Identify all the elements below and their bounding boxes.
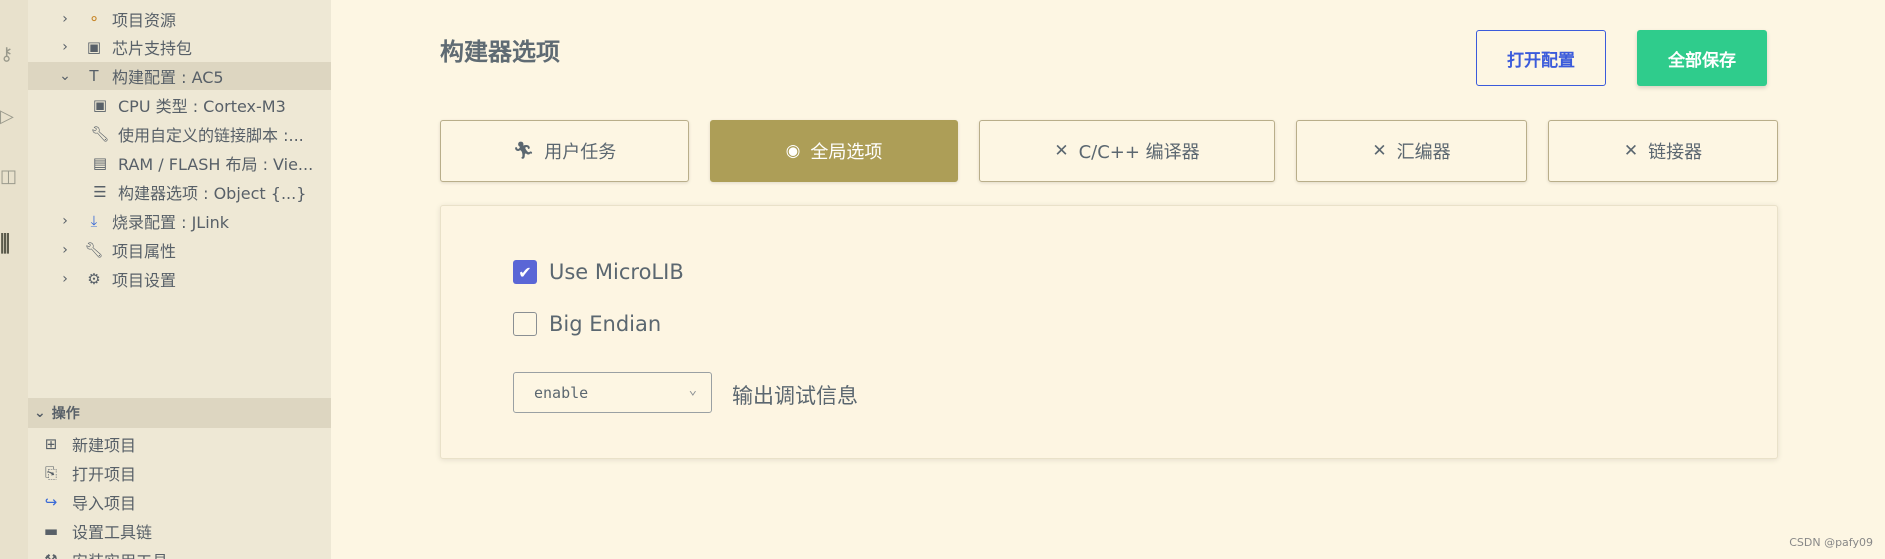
tree-item-linker-script[interactable]: 🔧︎ 使用自定义的链接脚本 :... bbox=[28, 120, 331, 148]
operation-label: 安装实用工具 bbox=[72, 548, 168, 559]
chevron-down-icon: ⌄ bbox=[34, 405, 46, 421]
tree-item-flash-config[interactable]: › ⤓ 烧录配置 : JLink bbox=[28, 207, 331, 235]
play-icon[interactable]: ▷ bbox=[0, 106, 28, 127]
chevron-right-icon[interactable]: › bbox=[58, 242, 72, 258]
globe-icon: ◉ bbox=[785, 141, 801, 161]
tab-c-cpp-compiler[interactable]: ✕ C/C++ 编译器 bbox=[979, 120, 1275, 182]
memory-icon: ▤ bbox=[92, 154, 108, 172]
tree-item-label: 构建器选项 : Object {...} bbox=[118, 184, 307, 203]
tab-label: 汇编器 bbox=[1396, 142, 1451, 163]
chip-icon[interactable]: ⫼ bbox=[0, 232, 28, 257]
chip-icon: ▣ bbox=[86, 38, 102, 56]
chevron-right-icon[interactable]: › bbox=[58, 213, 72, 229]
tree-item-memory-layout[interactable]: ▤ RAM / FLASH 布局 : Vie... bbox=[28, 149, 331, 177]
tab-linker[interactable]: ✕ 链接器 bbox=[1548, 120, 1778, 182]
tree-item-label: 烧录配置 : JLink bbox=[112, 213, 230, 232]
install-icon: ⚒ bbox=[40, 551, 62, 559]
tab-user-tasks[interactable]: 🏃︎ 用户任务 bbox=[440, 120, 689, 182]
big-endian-option[interactable]: Big Endian bbox=[513, 312, 661, 336]
wrench-icon: 🔧︎ bbox=[90, 125, 110, 143]
tab-label: 用户任务 bbox=[544, 142, 617, 163]
use-microlib-checkbox[interactable]: ✔ bbox=[513, 260, 537, 284]
open-project-icon: ⎘ bbox=[44, 464, 57, 482]
tab-global-options[interactable]: ◉ 全局选项 bbox=[710, 120, 958, 182]
tab-assembler[interactable]: ✕ 汇编器 bbox=[1296, 120, 1527, 182]
key-icon[interactable]: ⚷ bbox=[0, 44, 28, 65]
tree-item-label: 项目属性 bbox=[112, 242, 177, 261]
use-microlib-label: Use MicroLIB bbox=[549, 260, 684, 284]
tree-item-project-properties[interactable]: › 🔧︎ 项目属性 bbox=[28, 236, 331, 264]
use-microlib-option[interactable]: ✔ Use MicroLIB bbox=[513, 260, 684, 284]
tree-item-label: RAM / FLASH 布局 : Vie... bbox=[118, 155, 314, 174]
tools-icon: ✕ bbox=[1372, 141, 1387, 161]
options-icon: ☰ bbox=[93, 183, 107, 201]
operation-import-project[interactable]: ↪ 导入项目 bbox=[28, 488, 331, 516]
new-project-icon: ⊞ bbox=[44, 435, 58, 453]
tab-label: 全局选项 bbox=[810, 142, 883, 163]
gear-icon: ⚙ bbox=[87, 270, 101, 288]
hammer-icon: T bbox=[89, 67, 99, 85]
resource-icon: ⚬ bbox=[87, 10, 101, 28]
toolbox-icon: ▬ bbox=[43, 522, 59, 540]
open-config-button[interactable]: 打开配置 bbox=[1476, 30, 1606, 86]
page-title: 构建器选项 bbox=[440, 38, 560, 66]
sidebar: › ⚬ 项目资源 › ▣ 芯片支持包 ⌄ T 构建配置 : AC5 ⇆ ▣ CP… bbox=[28, 0, 331, 559]
tree-item-build-config[interactable]: ⌄ T 构建配置 : AC5 ⇆ bbox=[28, 62, 331, 90]
tools-icon: ✕ bbox=[1623, 141, 1639, 161]
tree-item-label: 构建配置 : AC5 bbox=[112, 68, 224, 87]
wrench-icon: 🔧︎ bbox=[84, 241, 104, 259]
operation-open-project[interactable]: ⎘ 打开项目 bbox=[28, 459, 331, 487]
extensions-icon[interactable]: ◫ bbox=[0, 166, 28, 187]
tree-item-label: CPU 类型 : Cortex-M3 bbox=[118, 97, 286, 116]
debug-info-label: 输出调试信息 bbox=[732, 384, 858, 408]
watermark: CSDN @pafy09 bbox=[1789, 536, 1873, 549]
operations-section-header[interactable]: ⌄ 操作 bbox=[28, 398, 331, 428]
tools-icon: ✕ bbox=[1054, 141, 1069, 161]
chevron-down-icon[interactable]: ⌄ bbox=[58, 68, 72, 84]
tab-label: C/C++ 编译器 bbox=[1078, 142, 1200, 163]
run-icon: 🏃︎ bbox=[512, 141, 535, 161]
operation-label: 新建项目 bbox=[72, 436, 137, 455]
tree-item-label: 项目资源 bbox=[112, 11, 177, 30]
debug-info-select[interactable]: enable ⌄ bbox=[513, 372, 712, 413]
activity-bar: ⚷ ▷ ◫ ⫼ bbox=[0, 0, 29, 559]
operations-title: 操作 bbox=[51, 406, 80, 422]
operation-setup-toolchain[interactable]: ▬ 设置工具链 bbox=[28, 517, 331, 545]
tree-item-label: 使用自定义的链接脚本 :... bbox=[118, 126, 304, 145]
tree-item-cpu-type[interactable]: ▣ CPU 类型 : Cortex-M3 bbox=[28, 91, 331, 119]
big-endian-label: Big Endian bbox=[549, 312, 662, 336]
operation-new-project[interactable]: ⊞ 新建项目 bbox=[28, 430, 331, 458]
tree-item-project-settings[interactable]: › ⚙ 项目设置 bbox=[28, 265, 331, 293]
tree-item-chip-package[interactable]: › ▣ 芯片支持包 bbox=[28, 33, 331, 61]
import-icon: ↪ bbox=[44, 493, 58, 511]
tree-item-label: 项目设置 bbox=[112, 271, 177, 290]
chevron-right-icon[interactable]: › bbox=[58, 271, 72, 287]
save-all-button[interactable]: 全部保存 bbox=[1637, 30, 1767, 86]
tab-label: 链接器 bbox=[1648, 142, 1703, 163]
options-panel: ✔ Use MicroLIB Big Endian enable ⌄ 输出调试信… bbox=[440, 205, 1778, 459]
chevron-right-icon[interactable]: › bbox=[58, 11, 72, 27]
chip-icon: ▣ bbox=[92, 96, 108, 114]
tree-item-project-resources[interactable]: › ⚬ 项目资源 bbox=[28, 5, 331, 33]
chevron-right-icon[interactable]: › bbox=[58, 39, 72, 55]
chevron-down-icon: ⌄ bbox=[688, 382, 697, 398]
tree-item-builder-options[interactable]: ☰ 构建器选项 : Object {...} bbox=[28, 178, 331, 206]
operation-install-utility[interactable]: ⚒ 安装实用工具 bbox=[28, 546, 331, 559]
download-icon: ⤓ bbox=[90, 212, 98, 230]
operation-label: 导入项目 bbox=[72, 494, 137, 513]
debug-info-value: enable bbox=[534, 383, 589, 402]
operation-label: 设置工具链 bbox=[72, 523, 153, 542]
operation-label: 打开项目 bbox=[72, 465, 137, 484]
tree-item-label: 芯片支持包 bbox=[112, 39, 193, 58]
big-endian-checkbox[interactable] bbox=[513, 312, 537, 336]
